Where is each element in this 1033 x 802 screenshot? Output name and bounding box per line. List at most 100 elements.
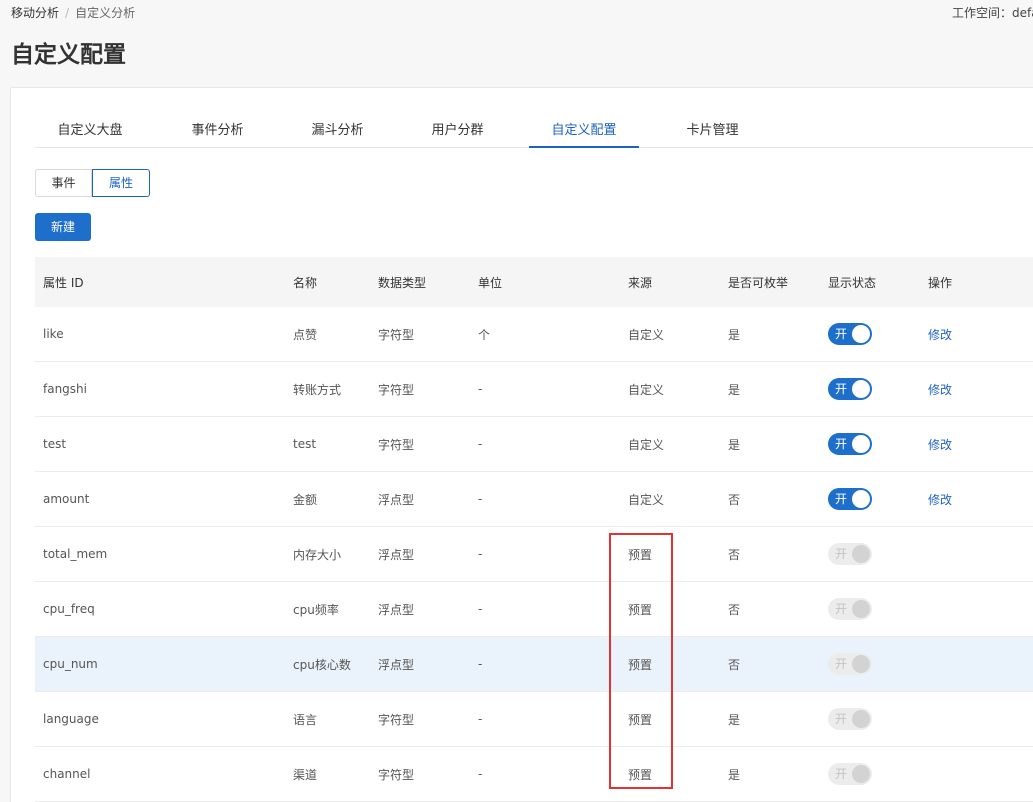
cell-unit: - [478, 712, 483, 726]
tab-bar: 自定义大盘 事件分析 漏斗分析 用户分群 自定义配置 卡片管理 [35, 113, 1033, 148]
toggle-knob [852, 765, 870, 783]
cell-source: 自定义 [628, 492, 665, 507]
cell-enumerable: 否 [728, 547, 741, 562]
cell-data-type: 字符型 [378, 382, 415, 397]
toggle-label: 开 [835, 767, 848, 781]
toggle-knob [852, 710, 870, 728]
tab-event-analysis[interactable]: 事件分析 [160, 113, 275, 148]
breadcrumb-root-link[interactable]: 移动分析 [11, 6, 59, 20]
cell-name: 点赞 [293, 327, 318, 342]
tab-funnel-analysis[interactable]: 漏斗分析 [280, 113, 395, 148]
table-row: total_mem 内存大小 浮点型 - 预置 否 开 [35, 527, 1033, 582]
cell-name: cpu核心数 [293, 657, 351, 672]
breadcrumb: 移动分析 / 自定义分析 [11, 5, 135, 21]
cell-data-type: 浮点型 [378, 492, 415, 507]
cell-display-status: 开 [828, 747, 872, 801]
cell-name: 金额 [293, 492, 318, 507]
cell-data-type: 字符型 [378, 767, 415, 782]
cell-source: 预置 [628, 547, 653, 562]
cell-data-type: 字符型 [378, 437, 415, 452]
toggle-label: 开 [835, 712, 848, 726]
cell-enumerable: 是 [728, 767, 741, 782]
attribute-table: 属性 ID 名称 数据类型 单位 来源 是否可枚举 显示状态 操作 like 点赞… [35, 257, 1033, 802]
tab-user-segments[interactable]: 用户分群 [400, 113, 515, 148]
cell-source: 预置 [628, 602, 653, 617]
tab-custom-dashboard[interactable]: 自定义大盘 [35, 113, 145, 148]
cell-display-status: 开 [828, 692, 872, 746]
edit-link[interactable]: 修改 [928, 381, 952, 398]
table-row: channel 渠道 字符型 - 预置 是 开 [35, 747, 1033, 802]
tab-card-management[interactable]: 卡片管理 [655, 113, 770, 148]
breadcrumb-separator: / [65, 6, 70, 20]
cell-unit: - [478, 492, 483, 506]
cell-actions: 修改 [928, 417, 952, 471]
cell-display-status: 开 [828, 417, 872, 471]
cell-source: 自定义 [628, 382, 665, 397]
cell-unit: 个 [478, 327, 491, 342]
display-status-toggle[interactable]: 开 [828, 378, 872, 400]
edit-link[interactable]: 修改 [928, 491, 952, 508]
header-attribute-id: 属性 ID [43, 275, 84, 290]
toggle-label: 开 [835, 437, 848, 451]
workspace-label: 工作空间：defa [952, 6, 1033, 20]
cell-attribute-id: amount [43, 492, 90, 506]
toggle-label: 开 [835, 492, 848, 506]
cell-data-type: 浮点型 [378, 547, 415, 562]
cell-enumerable: 是 [728, 382, 741, 397]
page-title: 自定义配置 [11, 42, 126, 68]
edit-link[interactable]: 修改 [928, 436, 952, 453]
header-data-type: 数据类型 [378, 275, 427, 290]
display-status-toggle[interactable]: 开 [828, 433, 872, 455]
cell-display-status: 开 [828, 637, 872, 691]
display-status-toggle: 开 [828, 653, 872, 675]
table-row: fangshi 转账方式 字符型 - 自定义 是 开 修改 [35, 362, 1033, 417]
cell-attribute-id: cpu_freq [43, 602, 95, 616]
new-button[interactable]: 新建 [35, 213, 91, 241]
cell-attribute-id: test [43, 437, 67, 451]
header-enumerable: 是否可枚举 [728, 275, 789, 290]
cell-display-status: 开 [828, 362, 872, 416]
display-status-toggle: 开 [828, 763, 872, 785]
cell-unit: - [478, 657, 483, 671]
cell-display-status: 开 [828, 307, 872, 361]
tab-custom-config[interactable]: 自定义配置 [529, 113, 639, 148]
display-status-toggle[interactable]: 开 [828, 488, 872, 510]
cell-data-type: 字符型 [378, 327, 415, 342]
cell-source: 自定义 [628, 437, 665, 452]
cell-name: test [293, 437, 317, 451]
table-row: test test 字符型 - 自定义 是 开 修改 [35, 417, 1033, 472]
header-name: 名称 [293, 275, 318, 290]
cell-data-type: 字符型 [378, 712, 415, 727]
toggle-knob [852, 435, 870, 453]
cell-enumerable: 否 [728, 492, 741, 507]
toggle-knob [852, 600, 870, 618]
cell-data-type: 浮点型 [378, 657, 415, 672]
cell-enumerable: 是 [728, 437, 741, 452]
cell-unit: - [478, 547, 483, 561]
table-row: cpu_freq cpu频率 浮点型 - 预置 否 开 [35, 582, 1033, 637]
cell-unit: - [478, 382, 483, 396]
cell-attribute-id: channel [43, 767, 91, 781]
edit-link[interactable]: 修改 [928, 326, 952, 343]
breadcrumb-current: 自定义分析 [75, 6, 136, 20]
cell-display-status: 开 [828, 527, 872, 581]
cell-actions: 修改 [928, 472, 952, 526]
header-unit: 单位 [478, 275, 503, 290]
toggle-knob [852, 380, 870, 398]
toggle-knob [852, 545, 870, 563]
segment-attribute-button[interactable]: 属性 [92, 169, 150, 197]
toggle-knob [852, 325, 870, 343]
cell-source: 预置 [628, 712, 653, 727]
display-status-toggle[interactable]: 开 [828, 323, 872, 345]
segment-event-button[interactable]: 事件 [35, 169, 92, 197]
display-status-toggle: 开 [828, 598, 872, 620]
toggle-label: 开 [835, 382, 848, 396]
table-row: language 语言 字符型 - 预置 是 开 [35, 692, 1033, 747]
cell-actions: 修改 [928, 307, 952, 361]
toggle-label: 开 [835, 547, 848, 561]
cell-source: 预置 [628, 657, 653, 672]
table-row: amount 金额 浮点型 - 自定义 否 开 修改 [35, 472, 1033, 527]
cell-attribute-id: language [43, 712, 99, 726]
cell-data-type: 浮点型 [378, 602, 415, 617]
cell-unit: - [478, 602, 483, 616]
